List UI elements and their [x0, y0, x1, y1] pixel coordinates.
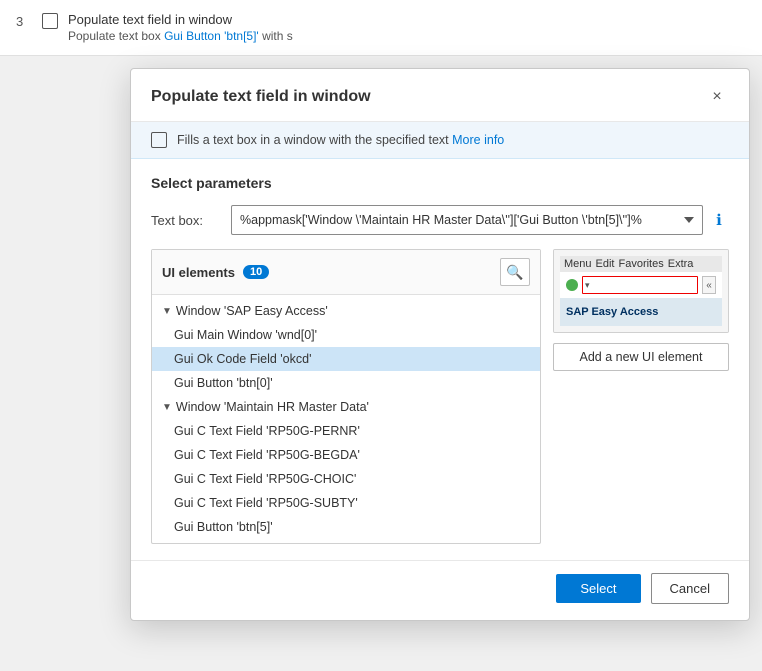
- step-number: 3: [16, 12, 32, 29]
- chevron-down-icon: ▼: [162, 402, 172, 413]
- preview-dropdown-arrow: ▾: [583, 280, 592, 291]
- tree-item[interactable]: Gui Button 'btn[0]': [152, 371, 540, 395]
- tree-item[interactable]: Gui C Text Field 'RP50G-PERNR': [152, 419, 540, 443]
- preview-arrow-button: «: [702, 276, 716, 294]
- info-text: Fills a text box in a window with the sp…: [177, 133, 504, 147]
- preview-menubar: Menu Edit Favorites Extra: [560, 256, 722, 272]
- step-desc-prefix: Populate text box: [68, 29, 164, 43]
- ui-elements-badge: 10: [243, 265, 269, 279]
- preview-favorites-item: Favorites: [619, 258, 664, 270]
- form-input-wrapper: %appmask['Window \'Maintain HR Master Da…: [231, 205, 729, 235]
- modal-header: Populate text field in window ×: [131, 69, 749, 122]
- select-button[interactable]: Select: [556, 574, 640, 603]
- tree-item[interactable]: Gui Button 'btn[5]': [152, 515, 540, 539]
- preview-extra-item: Extra: [668, 258, 694, 270]
- preview-input-row: ▾ «: [560, 272, 722, 298]
- panel-header-left: UI elements 10: [162, 265, 269, 280]
- ui-elements-label: UI elements: [162, 265, 235, 280]
- info-banner: Fills a text box in a window with the sp…: [131, 122, 749, 159]
- chevron-down-icon: ▼: [162, 306, 172, 317]
- preview-menu-item: Menu: [564, 258, 592, 270]
- tree-item[interactable]: Gui C Text Field 'RP50G-SUBTY': [152, 491, 540, 515]
- modal-footer: Select Cancel: [131, 560, 749, 620]
- tree-item[interactable]: Gui C Text Field 'RP50G-BEGDA': [152, 443, 540, 467]
- modal-body: Select parameters Text box: %appmask['Wi…: [131, 159, 749, 560]
- preview-content: Menu Edit Favorites Extra ▾ « SA: [554, 250, 728, 332]
- tree-item[interactable]: ▼Window 'SAP Easy Access': [152, 299, 540, 323]
- section-title: Select parameters: [151, 175, 729, 191]
- right-panel: Menu Edit Favorites Extra ▾ « SA: [553, 249, 729, 544]
- modal-title: Populate text field in window: [151, 88, 371, 106]
- tree-item[interactable]: Gui Main Window 'wnd[0]': [152, 323, 540, 347]
- preview-box: Menu Edit Favorites Extra ▾ « SA: [553, 249, 729, 333]
- form-row: Text box: %appmask['Window \'Maintain HR…: [151, 205, 729, 235]
- preview-status-dot: [566, 279, 578, 291]
- tree-item[interactable]: Gui C Text Field 'RP50G-CHOIC': [152, 467, 540, 491]
- close-button[interactable]: ×: [705, 85, 729, 109]
- search-icon: 🔍: [506, 264, 523, 281]
- more-info-link[interactable]: More info: [452, 133, 504, 147]
- left-panel: UI elements 10 🔍 ▼Window 'SAP Easy Acces…: [151, 249, 541, 544]
- step-desc: Populate text box Gui Button 'btn[5]' wi…: [68, 29, 293, 43]
- left-panel-header: UI elements 10 🔍: [152, 250, 540, 295]
- preview-edit-item: Edit: [596, 258, 615, 270]
- info-button[interactable]: ℹ: [709, 210, 729, 230]
- cancel-button[interactable]: Cancel: [651, 573, 729, 604]
- info-text-content: Fills a text box in a window with the sp…: [177, 133, 452, 147]
- preview-sap-title: SAP Easy Access: [560, 298, 722, 326]
- two-col-layout: UI elements 10 🔍 ▼Window 'SAP Easy Acces…: [151, 249, 729, 544]
- step-desc-link[interactable]: Gui Button 'btn[5]': [164, 29, 259, 43]
- textbox-select[interactable]: %appmask['Window \'Maintain HR Master Da…: [231, 205, 703, 235]
- tree-list: ▼Window 'SAP Easy Access'Gui Main Window…: [152, 295, 540, 543]
- modal: Populate text field in window × Fills a …: [130, 68, 750, 621]
- step-row: 3 Populate text field in window Populate…: [0, 0, 762, 56]
- step-desc-suffix: with s: [262, 29, 293, 43]
- tree-item[interactable]: ▼Window 'Maintain HR Master Data': [152, 395, 540, 419]
- preview-field: ▾: [582, 276, 698, 294]
- window-icon: [151, 132, 167, 148]
- step-content: Populate text field in window Populate t…: [68, 12, 293, 43]
- tree-item[interactable]: Gui Ok Code Field 'okcd': [152, 347, 540, 371]
- add-element-button[interactable]: Add a new UI element: [553, 343, 729, 371]
- step-title: Populate text field in window: [68, 12, 293, 27]
- form-label: Text box:: [151, 213, 221, 228]
- search-button[interactable]: 🔍: [500, 258, 530, 286]
- step-icon: [42, 13, 58, 29]
